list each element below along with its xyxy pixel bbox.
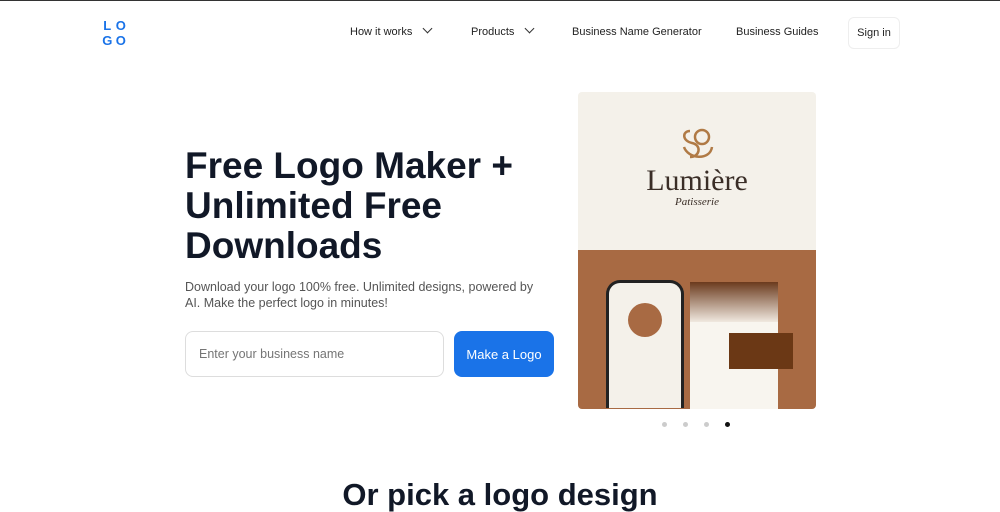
- make-logo-button[interactable]: Make a Logo: [454, 331, 554, 377]
- carousel-dots: [662, 422, 730, 427]
- monogram-icon: [682, 128, 714, 159]
- chevron-down-icon: [422, 23, 433, 34]
- chevron-down-icon: [524, 23, 535, 34]
- business-name-input[interactable]: [185, 331, 444, 377]
- carousel-dot-active[interactable]: [725, 422, 730, 427]
- nav-how-it-works[interactable]: How it works: [350, 23, 433, 38]
- sample-brand-tagline: Patisserie: [675, 196, 719, 208]
- hero-subtitle: Download your logo 100% free. Unlimited …: [185, 280, 534, 310]
- nav-business-guides[interactable]: Business Guides: [736, 26, 819, 38]
- gift-card-mockup: [729, 333, 793, 369]
- nav-label: How it works: [350, 26, 413, 38]
- page-title: Free Logo Maker + Unlimited Free Downloa…: [185, 145, 513, 266]
- nav-products[interactable]: Products: [471, 23, 535, 38]
- sample-brand-name: Lumière: [646, 164, 748, 197]
- mockup-area: [578, 250, 816, 409]
- phone-mockup: [606, 280, 684, 408]
- sign-in-button[interactable]: Sign in: [848, 17, 900, 49]
- carousel-dot[interactable]: [662, 422, 667, 427]
- section-title: Or pick a logo design: [342, 477, 658, 512]
- carousel-dot[interactable]: [704, 422, 709, 427]
- carousel-dot[interactable]: [683, 422, 688, 427]
- carousel-slide: Lumière Patisserie: [578, 92, 816, 409]
- nav-business-name-generator[interactable]: Business Name Generator: [572, 26, 702, 38]
- nav-label: Products: [471, 26, 515, 38]
